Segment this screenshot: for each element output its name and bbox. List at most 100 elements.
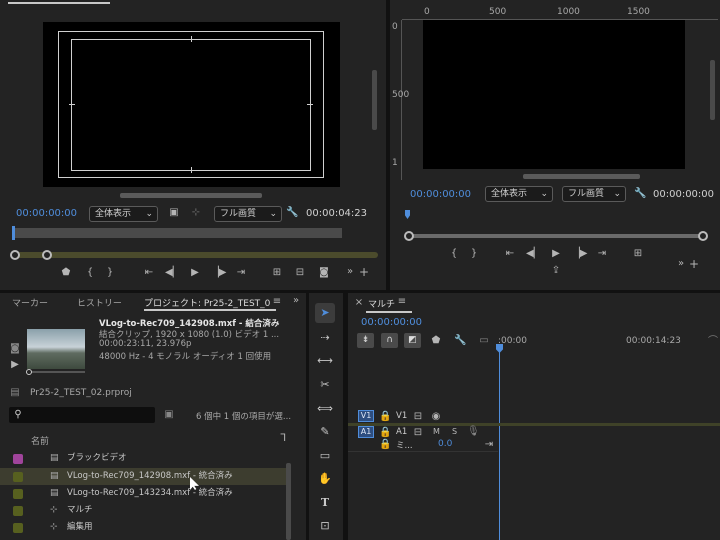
list-item[interactable]: ⊹ マルチ [0,502,290,519]
source-vscroll[interactable] [372,70,377,130]
step-forward-icon[interactable]: ▕▶ [572,248,587,260]
mark-out-icon[interactable]: } [468,248,480,260]
source-quality-dropdown[interactable]: フル画質 ⌄ [214,206,282,222]
program-playhead[interactable] [405,210,410,219]
source-zoom-dropdown[interactable]: 全体表示 ⌄ [89,206,158,222]
go-to-in-icon[interactable]: ⇤ [142,267,156,279]
program-zoom-dropdown[interactable]: 全体表示 ⌄ [485,186,553,202]
project-vscroll[interactable] [286,463,291,540]
source-timecode[interactable]: 00:00:00:00 [16,208,77,219]
wrench-icon[interactable]: 🔧 [286,207,298,219]
step-back-icon[interactable]: ◀▏ [165,267,180,279]
insert-icon[interactable]: ⊞ [270,267,284,279]
program-quality-dropdown[interactable]: フル画質 ⌄ [562,186,626,202]
microphone-icon[interactable]: 🎙 [467,426,480,438]
poster-frame-icon[interactable]: ◙ [9,343,21,355]
source-zoom-bar[interactable] [12,252,378,258]
more-icon[interactable]: » [675,258,687,270]
zoom-handle-left[interactable] [404,231,414,241]
list-item[interactable]: ▤ ブラックビデオ [0,450,290,467]
track-a1-label[interactable]: A1 [396,427,407,437]
source-hscroll[interactable] [120,193,262,198]
mark-in-icon[interactable]: { [84,267,96,279]
program-timecode[interactable]: 00:00:00:00 [410,189,471,200]
step-back-icon[interactable]: ◀▏ [526,248,541,260]
tab-project[interactable]: プロジェクト: Pr25-2_TEST_0 [144,296,272,309]
tab-history[interactable]: ヒストリー [77,299,122,309]
list-item[interactable]: ▤ VLog-to-Rec709_142908.mxf - 統合済み [0,468,290,485]
add-button-icon[interactable]: + [358,266,370,278]
column-header-name[interactable]: 名前 [31,434,49,447]
selection-tool-icon[interactable]: ➤ [315,303,335,323]
overwrite-icon[interactable]: ⊟ [293,267,307,279]
panel-menu-icon[interactable]: ≡ [272,296,282,308]
step-forward-icon[interactable]: ▕▶ [211,267,226,279]
lock-icon[interactable]: 🔒 [379,439,391,451]
list-item[interactable]: ⊹ 編集用 [0,519,290,536]
label-color-swatch[interactable] [13,506,23,516]
search-input[interactable] [9,407,155,423]
export-frame-icon[interactable]: ⇪ [549,265,563,277]
play-icon[interactable]: ▶ [188,267,202,279]
close-icon[interactable]: × [354,297,364,309]
zoom-handle-right[interactable] [698,231,708,241]
nest-toggle-button[interactable]: ⇟ [357,333,374,348]
linked-selection-button[interactable]: ◩ [404,333,421,348]
captions-icon[interactable]: ▭ [477,335,491,347]
source-playhead[interactable] [12,226,15,240]
time-ruler[interactable]: :00:00 00:00:14:23 ⌒ [498,333,720,349]
slip-tool-icon[interactable]: ⟺ [315,399,335,419]
sync-lock-icon[interactable]: ⊟ [413,427,423,439]
sequence-tab-title[interactable]: マルチ [368,297,395,310]
thumbnail-scrubber[interactable] [27,371,85,373]
play-thumbnail-icon[interactable]: ▶ [9,359,21,371]
safe-margin-icon[interactable]: ⊹ [190,207,202,219]
lock-icon[interactable]: 🔒 [379,427,391,439]
mark-in-icon[interactable]: { [448,248,460,260]
camera-icon[interactable]: ◙ [317,267,331,279]
wrench-icon[interactable]: 🔧 [634,188,646,200]
column-resize-icon[interactable]: ᒣ [278,433,288,445]
sync-lock-icon[interactable]: ⊟ [413,411,423,423]
settings-icon[interactable]: ▣ [168,207,180,219]
list-item[interactable]: ▤ VLog-to-Rec709_143234.mxf - 統合済み [0,485,290,502]
lock-icon[interactable]: 🔒 [379,411,391,423]
marker-icon[interactable]: ⬟ [60,267,72,279]
add-marker-icon[interactable]: ⬟ [430,335,442,347]
source-time-ruler[interactable] [12,228,342,238]
label-color-swatch[interactable] [13,472,23,482]
new-search-bin-icon[interactable]: ▣ [163,409,175,421]
eye-icon[interactable]: ◉ [430,411,442,423]
timeline-timecode[interactable]: 00:00:00:00 [361,317,422,328]
go-to-in-icon[interactable]: ⇤ [503,248,517,260]
razor-tool-icon[interactable]: ✂ [315,375,335,395]
ripple-edit-tool-icon[interactable]: ⟷ [315,351,335,371]
panel-menu-icon[interactable]: ≡ [397,296,407,308]
go-to-end-icon[interactable]: ⇥ [484,439,494,451]
timeline-settings-icon[interactable]: 🔧 [454,335,466,347]
lift-icon[interactable]: ⊞ [631,248,645,260]
pen-tool-icon[interactable]: ✎ [315,422,335,442]
go-to-out-icon[interactable]: ⇥ [595,248,609,260]
label-color-swatch[interactable] [13,523,23,533]
rectangle-tool-icon[interactable]: ▭ [315,446,335,466]
go-to-out-icon[interactable]: ⇥ [234,267,248,279]
more-icon[interactable]: » [344,266,356,278]
zoom-handle-left[interactable] [10,250,20,260]
program-zoom-bar[interactable] [408,234,704,238]
snap-button[interactable]: ∩ [381,333,398,348]
mute-button[interactable]: M [433,427,440,436]
tab-markers[interactable]: マーカー [12,299,48,309]
add-button-icon[interactable]: + [688,258,700,270]
solo-button[interactable]: S [452,427,457,436]
thumbnail-scrub-knob[interactable] [26,369,32,375]
play-icon[interactable]: ▶ [549,248,563,260]
zoom-handle-right[interactable] [42,250,52,260]
hand-tool-icon[interactable]: ✋ [315,469,335,489]
program-vscroll[interactable] [710,60,715,120]
track-a1-source-patch[interactable]: A1 [358,426,374,438]
track-v1-label[interactable]: V1 [396,411,407,421]
mix-volume-value[interactable]: 0.0 [438,439,452,449]
mark-out-icon[interactable]: } [104,267,116,279]
program-hscroll[interactable] [523,174,640,179]
